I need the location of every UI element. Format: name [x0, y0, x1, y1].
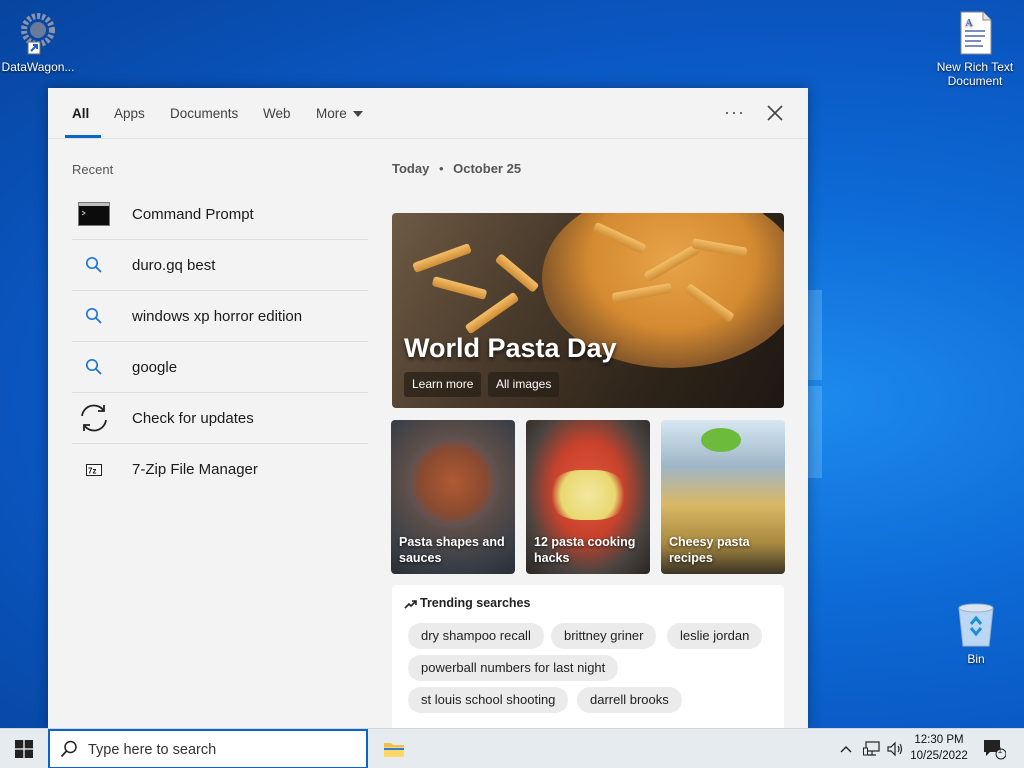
pasta-illustration [494, 253, 540, 293]
pasta-illustration [412, 243, 472, 273]
show-hidden-icons-button[interactable] [836, 729, 856, 768]
recent-item-search-google[interactable]: google [72, 342, 368, 393]
command-prompt-icon [72, 197, 116, 231]
recent-item-label: Command Prompt [132, 205, 254, 223]
pasta-illustration [431, 276, 488, 300]
tab-all[interactable]: All [72, 106, 89, 121]
recent-item-label: google [132, 358, 178, 376]
more-options-icon[interactable]: ··· [724, 102, 745, 123]
trending-title: Trending searches [404, 596, 530, 610]
taskbar-search-box[interactable] [48, 729, 368, 768]
svg-text:7z: 7z [88, 466, 96, 475]
recent-item-7zip[interactable]: 7z 7-Zip File Manager [72, 444, 368, 495]
network-button[interactable] [860, 729, 884, 768]
recent-item-check-for-updates[interactable]: Check for updates [72, 393, 368, 444]
hero-title: World Pasta Day [404, 333, 617, 363]
trending-searches-section: Trending searches dry shampoo recall bri… [392, 585, 784, 728]
desktop-icon-label: Bin [967, 652, 985, 666]
trending-chip[interactable]: st louis school shooting [408, 687, 569, 713]
active-tab-indicator [65, 135, 101, 138]
chevron-down-icon [352, 111, 363, 118]
file-explorer-button[interactable] [374, 729, 414, 768]
hero-card-world-pasta-day[interactable]: World Pasta Day Learn more All images [392, 213, 784, 408]
folder-icon [384, 743, 404, 757]
svg-text:A: A [965, 17, 973, 29]
trending-chip[interactable]: powerball numbers for last night [408, 655, 619, 681]
network-icon [863, 741, 880, 756]
search-panel: All Apps Documents Web More ··· Recent C… [48, 88, 808, 728]
taskbar: 12:30 PM 10/25/2022 1 [0, 728, 1024, 768]
recent-item-command-prompt[interactable]: Command Prompt [72, 189, 368, 240]
pasta-illustration [464, 291, 520, 335]
recent-item-label: windows xp horror edition [132, 307, 303, 325]
recycle-bin-icon [958, 603, 994, 647]
search-icon [60, 740, 77, 758]
speaker-icon [887, 741, 903, 757]
desktop-icon-rich-text-document[interactable]: A New Rich Text Document [935, 10, 1015, 88]
desktop-icon-label: New Rich Text Document [936, 60, 1014, 88]
recent-item-search-windows-xp[interactable]: windows xp horror edition [72, 291, 368, 342]
search-icon [72, 248, 116, 282]
all-images-button[interactable]: All images [488, 372, 560, 397]
pasta-dish-illustration [407, 436, 499, 528]
separator-dot: • [438, 161, 444, 176]
trending-arrow-icon [404, 599, 417, 609]
chevron-up-icon [840, 746, 852, 753]
wallpaper-light-beam [808, 290, 822, 380]
recent-item-label: duro.gq best [132, 256, 216, 274]
document-icon: A [960, 11, 992, 55]
close-icon[interactable] [764, 102, 786, 124]
search-icon [72, 299, 116, 333]
card-pasta-cooking-hacks[interactable]: 12 pasta cooking hacks [526, 420, 650, 574]
search-input[interactable] [88, 739, 358, 761]
today-label: Today [392, 161, 430, 176]
recent-item-label: Check for updates [132, 409, 254, 427]
tab-more-label: More [316, 106, 347, 121]
windows-logo-icon [15, 740, 33, 758]
trending-chip[interactable]: brittney griner [551, 623, 657, 649]
search-tab-bar: All Apps Documents Web More ··· [48, 88, 808, 139]
card-caption: Cheesy pasta recipes [669, 535, 750, 565]
tab-more[interactable]: More [316, 106, 363, 121]
tab-web[interactable]: Web [263, 106, 291, 121]
tab-documents[interactable]: Documents [170, 106, 238, 121]
gnocchi-illustration [550, 470, 626, 520]
basil-illustration [701, 428, 741, 452]
recent-item-search-duro[interactable]: duro.gq best [72, 240, 368, 291]
desktop-icon-label: DataWagon... [1, 60, 75, 74]
refresh-icon [72, 401, 116, 435]
taskbar-clock[interactable]: 12:30 PM 10/25/2022 [908, 732, 970, 764]
search-icon [72, 350, 116, 384]
learn-more-button[interactable]: Learn more [404, 372, 482, 397]
wallpaper-light-beam [808, 386, 822, 478]
desktop-icon-datawagon[interactable]: DataWagon... [0, 8, 78, 74]
today-date-header: Today • October 25 [392, 161, 521, 176]
trending-chip[interactable]: dry shampoo recall [408, 623, 544, 649]
recent-section-title: Recent [72, 162, 114, 177]
notification-count: 1 [997, 746, 1003, 755]
card-caption: Pasta shapes and sauces [399, 535, 505, 565]
action-center-button[interactable]: 1 [976, 729, 1012, 768]
clock-time: 12:30 PM [914, 734, 964, 746]
trending-title-label: Trending searches [420, 596, 531, 610]
7zip-icon: 7z [72, 453, 116, 487]
recent-item-label: 7-Zip File Manager [132, 461, 258, 478]
card-caption: 12 pasta cooking hacks [534, 535, 636, 565]
gear-shortcut-icon [21, 13, 55, 55]
volume-button[interactable] [884, 729, 908, 768]
desktop-icon-recycle-bin[interactable]: Bin [936, 602, 1016, 666]
today-date: October 25 [453, 161, 522, 176]
card-cheesy-pasta[interactable]: Cheesy pasta recipes [661, 420, 785, 574]
card-pasta-shapes[interactable]: Pasta shapes and sauces [391, 420, 515, 574]
tab-apps[interactable]: Apps [114, 106, 145, 121]
trending-chip[interactable]: darrell brooks [577, 687, 682, 713]
clock-date: 10/25/2022 [910, 750, 968, 762]
start-button[interactable] [0, 729, 48, 768]
trending-chip[interactable]: leslie jordan [667, 623, 763, 649]
